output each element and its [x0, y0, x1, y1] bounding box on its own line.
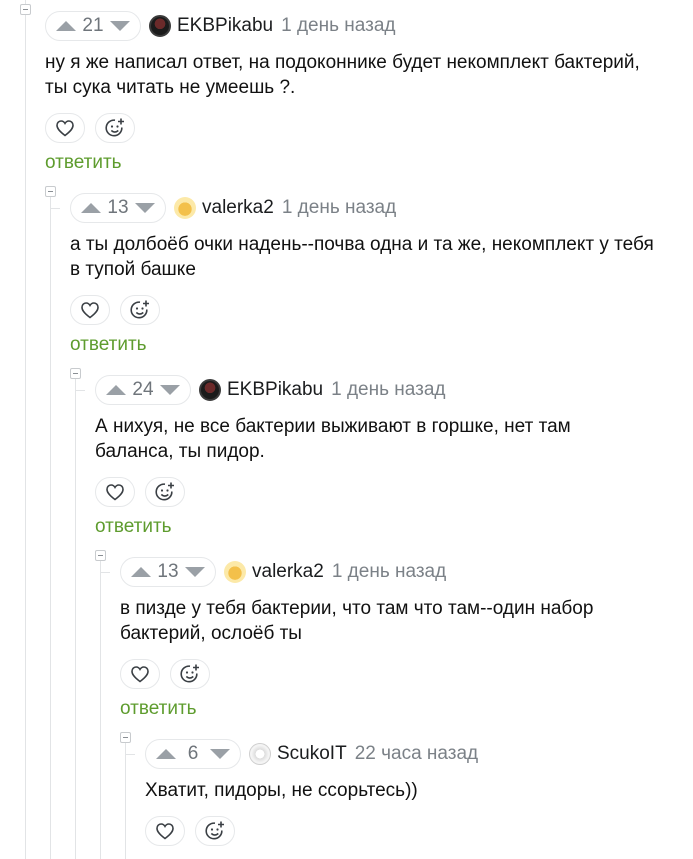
avatar[interactable] [199, 379, 221, 401]
username[interactable]: ScukoIT [277, 743, 347, 765]
rating-control: 6 [145, 739, 241, 769]
comment-actions [120, 659, 660, 689]
comment-text: ну я же написал ответ, на подоконнике бу… [45, 52, 640, 98]
username[interactable]: EKBPikabu [177, 15, 273, 37]
comment-header: 13 valerka2 1 день назад [120, 557, 660, 587]
react-button[interactable] [170, 659, 210, 689]
collapse-toggle[interactable] [120, 732, 131, 743]
arrow-up-icon[interactable] [56, 21, 76, 31]
comment-text: А нихуя, не все бактерии выживают в горш… [95, 416, 571, 462]
reply-link[interactable]: ответить [45, 152, 645, 174]
comment: 13 valerka2 1 день назад а ты долбоёб оч… [70, 193, 660, 356]
thread-line [100, 554, 101, 859]
heart-icon [106, 484, 124, 501]
avatar[interactable] [149, 15, 171, 37]
comment-text: а ты долбоёб очки надень--почва одна и т… [70, 234, 654, 280]
comment-header: 13 valerka2 1 день назад [70, 193, 660, 223]
comment: 24 EKBPikabu 1 день назад А нихуя, не вс… [95, 375, 635, 538]
avatar[interactable] [174, 197, 196, 219]
arrow-down-icon[interactable] [185, 567, 205, 577]
timestamp[interactable]: 22 часа назад [355, 743, 478, 765]
username[interactable]: valerka2 [252, 561, 324, 583]
collapse-toggle[interactable] [45, 186, 56, 197]
collapse-toggle[interactable] [70, 368, 81, 379]
timestamp[interactable]: 1 день назад [331, 379, 445, 401]
rating-score: 24 [132, 379, 154, 400]
arrow-down-icon[interactable] [210, 749, 230, 759]
react-button[interactable] [120, 295, 160, 325]
avatar[interactable] [249, 743, 271, 765]
collapse-toggle[interactable] [95, 550, 106, 561]
react-button[interactable] [95, 113, 135, 143]
rating-score: 21 [82, 15, 104, 36]
thread-line [50, 190, 51, 859]
heart-icon [156, 823, 174, 840]
timestamp[interactable]: 1 день назад [282, 197, 396, 219]
thread-branch [75, 390, 85, 391]
smiley-add-icon [155, 482, 174, 501]
smiley-add-icon [105, 118, 124, 137]
rating-score: 13 [107, 197, 129, 218]
timestamp[interactable]: 1 день назад [332, 561, 446, 583]
like-button[interactable] [145, 816, 185, 846]
thread-branch [50, 208, 60, 209]
like-button[interactable] [70, 295, 110, 325]
smiley-add-icon [130, 300, 149, 319]
comment-actions [70, 295, 660, 325]
arrow-up-icon[interactable] [106, 385, 126, 395]
comment: 6 ScukoIT 22 часа назад Хватит, пидоры, … [145, 739, 665, 846]
comment-actions [145, 816, 665, 846]
rating-control: 24 [95, 375, 191, 405]
smiley-add-icon [205, 821, 224, 840]
heart-icon [131, 666, 149, 683]
comment: 21 EKBPikabu 1 день назад ну я же написа… [45, 11, 645, 174]
react-button[interactable] [145, 477, 185, 507]
arrow-up-icon[interactable] [156, 749, 176, 759]
heart-icon [56, 120, 74, 137]
thread-line [25, 0, 26, 859]
arrow-up-icon[interactable] [81, 203, 101, 213]
collapse-toggle[interactable] [20, 4, 31, 15]
comment-text: Хватит, пидоры, не ссорьтесь)) [145, 780, 418, 801]
rating-control: 21 [45, 11, 141, 41]
arrow-down-icon[interactable] [110, 21, 130, 31]
arrow-down-icon[interactable] [160, 385, 180, 395]
reply-link[interactable]: ответить [120, 698, 660, 720]
rating-control: 13 [120, 557, 216, 587]
comment-actions [45, 113, 645, 143]
thread-line [75, 372, 76, 859]
rating-score: 13 [157, 561, 179, 582]
heart-icon [81, 302, 99, 319]
like-button[interactable] [120, 659, 160, 689]
timestamp[interactable]: 1 день назад [281, 15, 395, 37]
arrow-down-icon[interactable] [135, 203, 155, 213]
comment-header: 21 EKBPikabu 1 день назад [45, 11, 645, 41]
comment-header: 24 EKBPikabu 1 день назад [95, 375, 635, 405]
thread-branch [125, 754, 135, 755]
comment-header: 6 ScukoIT 22 часа назад [145, 739, 665, 769]
username[interactable]: EKBPikabu [227, 379, 323, 401]
avatar[interactable] [224, 561, 246, 583]
rating-score: 6 [187, 743, 199, 764]
comment: 13 valerka2 1 день назад в пизде у тебя … [120, 557, 660, 720]
reply-link[interactable]: ответить [95, 516, 635, 538]
smiley-add-icon [180, 664, 199, 683]
arrow-up-icon[interactable] [131, 567, 151, 577]
comment-actions [95, 477, 635, 507]
react-button[interactable] [195, 816, 235, 846]
like-button[interactable] [45, 113, 85, 143]
reply-link[interactable]: ответить [70, 334, 660, 356]
like-button[interactable] [95, 477, 135, 507]
comment-text: в пизде у тебя бактерии, что там что там… [120, 598, 594, 644]
rating-control: 13 [70, 193, 166, 223]
username[interactable]: valerka2 [202, 197, 274, 219]
thread-branch [100, 572, 110, 573]
